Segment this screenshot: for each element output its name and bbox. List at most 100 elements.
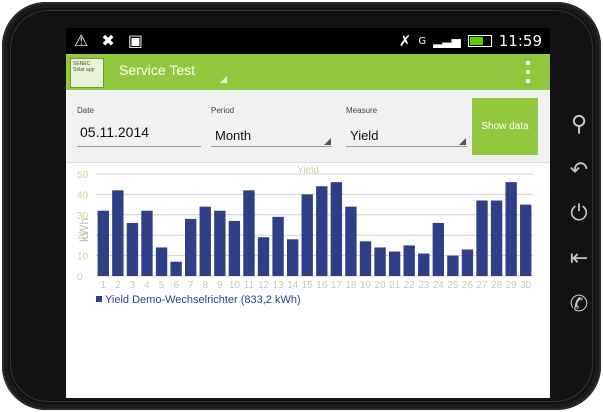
bar xyxy=(432,222,444,276)
bar xyxy=(345,206,357,276)
legend-swatch xyxy=(96,296,102,302)
screen: ⚠ ✖ ▣ ✗ G ▂▃▅ 11:59 SENEC Solar app Serv… xyxy=(66,28,550,398)
x-tick-label: 12 xyxy=(258,280,270,291)
bar xyxy=(170,261,182,276)
bar xyxy=(520,204,532,276)
x-tick-label: 15 xyxy=(302,280,314,291)
x-tick-label: 28 xyxy=(491,280,503,291)
x-tick-label: 24 xyxy=(433,280,445,291)
bar xyxy=(286,239,299,276)
x-tick-label: 27 xyxy=(476,280,488,291)
bar xyxy=(97,210,109,276)
y-tick-label: 50 xyxy=(77,170,89,181)
app-logo-text: SENEC Solar app xyxy=(73,61,95,73)
bar xyxy=(418,253,430,276)
bar xyxy=(447,255,459,276)
status-right-group: ✗ G ▂▃▅ 11:59 xyxy=(399,32,542,50)
x-tick-label: 6 xyxy=(173,280,179,291)
status-bar: ⚠ ✖ ▣ ✗ G ▂▃▅ 11:59 xyxy=(66,28,550,54)
period-value: Month xyxy=(215,128,252,143)
x-tick-label: 2 xyxy=(115,280,121,291)
bar xyxy=(199,206,211,276)
date-label: Date xyxy=(77,106,94,115)
bar xyxy=(301,194,313,276)
x-tick-label: 21 xyxy=(389,280,401,291)
signal-bars-icon: ▂▃▅ xyxy=(433,34,461,48)
bar xyxy=(243,190,255,276)
bar xyxy=(374,247,386,276)
bar xyxy=(490,200,503,276)
app-title[interactable]: Service Test xyxy=(119,62,195,78)
date-field[interactable]: 05.11.2014 xyxy=(77,124,201,147)
bar xyxy=(388,251,401,276)
x-tick-label: 9 xyxy=(217,280,223,291)
power-icon[interactable]: ⏻ xyxy=(565,201,593,226)
period-select[interactable]: Month xyxy=(211,124,332,147)
bar xyxy=(214,210,226,276)
phone-icon[interactable]: ✆ xyxy=(565,292,593,317)
x-tick-label: 23 xyxy=(418,280,430,291)
y-tick-label: 40 xyxy=(77,190,89,201)
bar xyxy=(228,220,241,276)
bar xyxy=(185,218,197,276)
action-bar: SENEC Solar app Service Test xyxy=(66,54,550,90)
title-dropdown-icon[interactable] xyxy=(220,76,227,83)
bar xyxy=(505,182,517,276)
show-data-button[interactable]: Show data xyxy=(472,98,538,155)
data-g-icon: G xyxy=(418,35,427,47)
no-signal-icon: ✗ xyxy=(398,32,412,50)
x-tick-label: 19 xyxy=(360,280,372,291)
x-tick-label: 7 xyxy=(188,280,194,291)
bar xyxy=(403,245,415,276)
x-tick-label: 18 xyxy=(345,280,357,291)
x-tick-label: 1 xyxy=(101,280,107,291)
measure-dropdown-icon xyxy=(459,138,466,145)
bar xyxy=(155,247,168,276)
measure-value: Yield xyxy=(350,128,379,143)
controls-panel: Date 05.11.2014 Period Month Measure Yie… xyxy=(66,90,550,163)
status-time: 11:59 xyxy=(498,32,542,50)
bar xyxy=(141,210,153,276)
period-label: Period xyxy=(211,106,235,115)
bar xyxy=(316,186,328,276)
x-tick-label: 22 xyxy=(404,280,416,291)
x-tick-label: 25 xyxy=(447,280,459,291)
bar xyxy=(112,190,124,276)
x-tick-label: 26 xyxy=(462,280,474,291)
measure-select[interactable]: Yield xyxy=(346,124,467,147)
yield-chart: Yield01020304050kWh1 2 3 4 5 6 7 8 9 10 11 12 13 14 15… xyxy=(77,165,533,306)
x-tick-label: 10 xyxy=(229,280,241,291)
x-tick-label: 29 xyxy=(506,280,518,291)
x-tick-label: 30 xyxy=(520,280,532,291)
y-tick-label: 0 xyxy=(77,272,83,283)
overflow-menu-icon[interactable] xyxy=(526,61,530,83)
x-tick-label: 3 xyxy=(130,280,136,291)
bar xyxy=(126,222,139,276)
x-tick-label: 5 xyxy=(159,280,165,291)
search-icon[interactable]: ⚲ xyxy=(565,112,593,137)
x-tick-label: 13 xyxy=(273,280,285,291)
period-dropdown-icon xyxy=(324,138,331,145)
x-tick-label: 11 xyxy=(244,280,255,291)
x-tick-label: 17 xyxy=(331,280,343,291)
bar xyxy=(461,249,474,276)
y-axis-label: kWh xyxy=(77,218,91,242)
x-tick-label: 4 xyxy=(144,280,150,291)
back-icon[interactable]: ↶ xyxy=(565,158,593,183)
legend-label: Yield Demo-Wechselrichter (833,2 kWh) xyxy=(105,294,301,306)
measure-label: Measure xyxy=(346,106,378,115)
exit-icon[interactable]: ⇤ xyxy=(565,246,593,271)
battery-icon xyxy=(467,35,492,47)
app-logo[interactable]: SENEC Solar app xyxy=(70,58,104,88)
bar xyxy=(359,241,372,276)
bar xyxy=(257,237,270,276)
status-notification-icons: ⚠ ✖ ▣ xyxy=(74,31,148,50)
bar xyxy=(272,216,284,276)
x-tick-label: 14 xyxy=(287,280,299,291)
y-tick-label: 10 xyxy=(77,252,89,263)
x-tick-label: 20 xyxy=(374,280,386,291)
bar xyxy=(476,200,488,276)
x-tick-label: 8 xyxy=(202,280,208,291)
bar xyxy=(330,182,343,276)
x-tick-label: 16 xyxy=(316,280,328,291)
